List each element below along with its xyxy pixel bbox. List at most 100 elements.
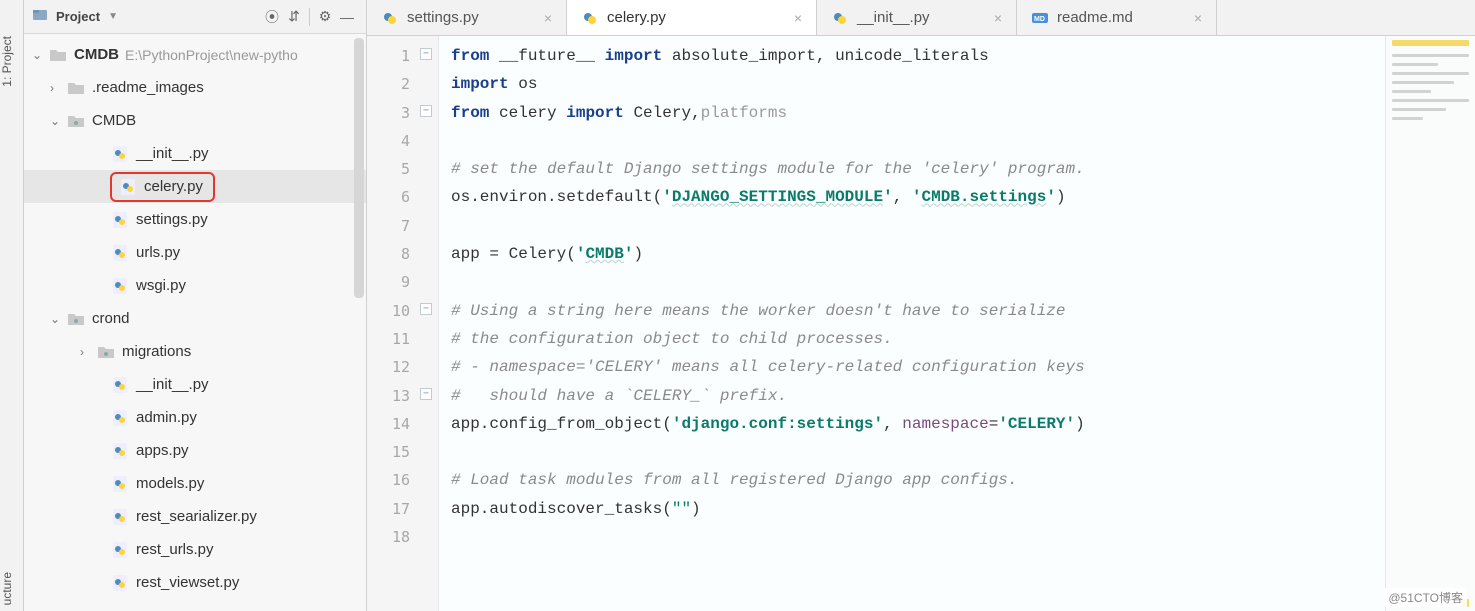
tree-file-rest-urls[interactable]: rest_urls.py bbox=[24, 533, 366, 566]
tree-file-crond-init[interactable]: __init__.py bbox=[24, 368, 366, 401]
watermark: @51CTO博客 bbox=[1384, 588, 1467, 607]
panel-title[interactable]: Project bbox=[56, 9, 100, 24]
line-number[interactable]: 9 bbox=[367, 268, 438, 296]
line-number[interactable]: 15 bbox=[367, 438, 438, 466]
tool-window-rail: 1: Project ucture bbox=[0, 0, 24, 611]
tree-folder-migrations[interactable]: › migrations bbox=[24, 335, 366, 368]
locate-icon[interactable]: ⦿ bbox=[261, 6, 283, 28]
editor-tabs: settings.py × celery.py × __init__.py × … bbox=[367, 0, 1475, 36]
tree-file-urls[interactable]: urls.py bbox=[24, 236, 366, 269]
tree-scrollbar[interactable] bbox=[354, 38, 364, 298]
tree-item-label: rest_urls.py bbox=[136, 541, 214, 558]
line-number[interactable]: 14 bbox=[367, 410, 438, 438]
collapse-icon[interactable]: ⇵ bbox=[283, 6, 305, 28]
chevron-down-icon[interactable]: ⌄ bbox=[50, 114, 66, 128]
project-panel-header: Project ▼ ⦿ ⇵ ⚙ — bbox=[24, 0, 366, 34]
line-number[interactable]: 8 bbox=[367, 240, 438, 268]
line-number[interactable]: 12 bbox=[367, 353, 438, 381]
rail-structure-tab[interactable]: ucture bbox=[0, 566, 23, 611]
project-icon bbox=[32, 7, 48, 26]
tab-label: celery.py bbox=[607, 9, 784, 26]
tab-label: readme.md bbox=[1057, 9, 1184, 26]
tree-file-settings[interactable]: settings.py bbox=[24, 203, 366, 236]
minimap-line bbox=[1392, 63, 1438, 66]
minimap-highlight bbox=[1392, 40, 1469, 46]
line-number[interactable]: 16 bbox=[367, 466, 438, 494]
tree-file-wsgi[interactable]: wsgi.py bbox=[24, 269, 366, 302]
chevron-right-icon[interactable]: › bbox=[50, 81, 66, 95]
editor-body: 1− 2 3− 4 5 6 7 8 9 10− 11 12 13− 14 15 … bbox=[367, 36, 1475, 611]
close-icon[interactable]: × bbox=[1194, 10, 1202, 26]
tree-file-models[interactable]: models.py bbox=[24, 467, 366, 500]
tree-item-label: wsgi.py bbox=[136, 277, 186, 294]
minimap[interactable] bbox=[1385, 36, 1475, 611]
tab-readme[interactable]: MD readme.md × bbox=[1017, 0, 1217, 35]
tree-file-admin[interactable]: admin.py bbox=[24, 401, 366, 434]
line-number[interactable]: 11 bbox=[367, 325, 438, 353]
rail-project-tab[interactable]: 1: Project bbox=[0, 30, 23, 93]
tree-folder-cmdb[interactable]: ⌄ CMDB bbox=[24, 104, 366, 137]
close-icon[interactable]: × bbox=[994, 10, 1002, 26]
line-number[interactable]: 4 bbox=[367, 127, 438, 155]
tab-settings[interactable]: settings.py × bbox=[367, 0, 567, 35]
tree-item-label: crond bbox=[92, 310, 130, 327]
tree-file-init[interactable]: __init__.py bbox=[24, 137, 366, 170]
python-file-icon bbox=[110, 408, 130, 428]
tree-item-label: models.py bbox=[136, 475, 204, 492]
chevron-down-icon[interactable]: ⌄ bbox=[50, 312, 66, 326]
tab-init[interactable]: __init__.py × bbox=[817, 0, 1017, 35]
line-number[interactable]: 6 bbox=[367, 183, 438, 211]
line-number[interactable]: 1− bbox=[367, 42, 438, 70]
line-number[interactable]: 10− bbox=[367, 297, 438, 325]
python-file-icon bbox=[110, 474, 130, 494]
tree-item-label: urls.py bbox=[136, 244, 180, 261]
gutter[interactable]: 1− 2 3− 4 5 6 7 8 9 10− 11 12 13− 14 15 … bbox=[367, 36, 439, 611]
tree-folder-readme-images[interactable]: › .readme_images bbox=[24, 71, 366, 104]
editor-area: settings.py × celery.py × __init__.py × … bbox=[367, 0, 1475, 611]
tree-file-rest-viewset[interactable]: rest_viewset.py bbox=[24, 566, 366, 599]
tree-item-label: celery.py bbox=[144, 178, 203, 195]
chevron-right-icon[interactable]: › bbox=[80, 345, 96, 359]
line-number[interactable]: 13− bbox=[367, 382, 438, 410]
tree-item-label: migrations bbox=[122, 343, 191, 360]
package-icon bbox=[66, 111, 86, 131]
fold-icon[interactable]: − bbox=[420, 303, 432, 315]
hide-icon[interactable]: — bbox=[336, 6, 358, 28]
tree-file-rest-serializer[interactable]: rest_searializer.py bbox=[24, 500, 366, 533]
tree-item-label: __init__.py bbox=[136, 145, 209, 162]
tab-celery[interactable]: celery.py × bbox=[567, 0, 817, 35]
gear-icon[interactable]: ⚙ bbox=[314, 6, 336, 28]
fold-icon[interactable]: − bbox=[420, 48, 432, 60]
package-icon bbox=[96, 342, 116, 362]
tree-file-celery[interactable]: celery.py bbox=[24, 170, 366, 203]
python-file-icon bbox=[118, 177, 138, 197]
tree-file-apps[interactable]: apps.py bbox=[24, 434, 366, 467]
python-file-icon bbox=[110, 573, 130, 593]
python-file-icon bbox=[110, 375, 130, 395]
fold-icon[interactable]: − bbox=[420, 388, 432, 400]
package-icon bbox=[66, 309, 86, 329]
line-number[interactable]: 18 bbox=[367, 523, 438, 551]
python-file-icon bbox=[581, 9, 599, 27]
folder-icon bbox=[48, 45, 68, 65]
svg-text:MD: MD bbox=[1034, 16, 1045, 23]
line-number[interactable]: 7 bbox=[367, 212, 438, 240]
fold-icon[interactable]: − bbox=[420, 105, 432, 117]
line-number[interactable]: 17 bbox=[367, 495, 438, 523]
close-icon[interactable]: × bbox=[544, 10, 552, 26]
code-editor[interactable]: from __future__ import absolute_import, … bbox=[439, 36, 1385, 611]
line-number[interactable]: 5 bbox=[367, 155, 438, 183]
close-icon[interactable]: × bbox=[794, 10, 802, 26]
line-number[interactable]: 3− bbox=[367, 99, 438, 127]
tree-root-label: CMDB bbox=[74, 46, 119, 63]
minimap-line bbox=[1392, 108, 1446, 111]
chevron-down-icon[interactable]: ⌄ bbox=[32, 48, 48, 62]
project-tree[interactable]: ⌄ CMDB E:\PythonProject\new-pytho › .rea… bbox=[24, 34, 366, 611]
tree-item-label: rest_searializer.py bbox=[136, 508, 257, 525]
line-number[interactable]: 2 bbox=[367, 70, 438, 98]
tree-item-label: __init__.py bbox=[136, 376, 209, 393]
tree-folder-crond[interactable]: ⌄ crond bbox=[24, 302, 366, 335]
python-file-icon bbox=[831, 9, 849, 27]
tree-root[interactable]: ⌄ CMDB E:\PythonProject\new-pytho bbox=[24, 38, 366, 71]
dropdown-icon[interactable]: ▼ bbox=[108, 11, 118, 22]
